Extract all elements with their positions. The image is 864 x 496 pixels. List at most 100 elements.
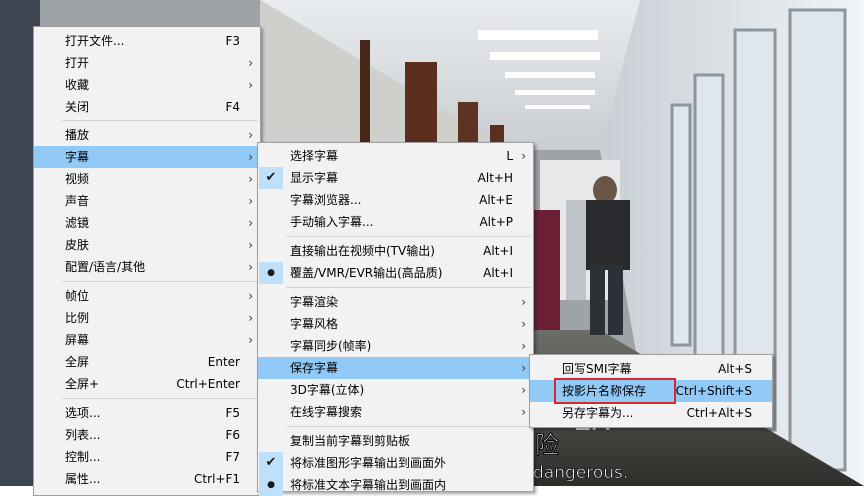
chevron-right-icon: › [248,172,253,186]
chevron-right-icon: › [521,339,526,353]
main-menu-item-2[interactable]: 收藏 › [34,74,260,96]
save-subtitle-submenu: 回写SMI字幕 Alt+S 按影片名称保存 Ctrl+Shift+S 另存字幕为... C… [529,354,773,428]
menu-item-label: 字幕风格 [290,317,339,331]
menu-item-label: 打开文件... [65,34,125,48]
main-menu-item-12[interactable]: 比例 › [34,307,260,329]
subtitle-menu-item-0[interactable]: 选择字幕 L › [258,145,533,167]
menu-item-label: 关闭 [65,100,90,114]
menu-separator [62,281,258,282]
subtitle-menu-item-7[interactable]: 字幕风格 › [258,313,533,335]
menu-item-label: 属性... [65,472,101,486]
subtitle-menu-item-3[interactable]: 手动输入字幕... Alt+P [258,211,533,233]
menu-item-shortcut: Alt+I [483,244,513,258]
menu-item-label: 声音 [65,194,90,208]
main-menu-item-17[interactable]: 列表... F6 [34,424,260,446]
checkmark-icon: ✔ [259,452,283,474]
menu-item-label: 字幕同步(帧率) [290,339,372,353]
subtitle-menu-item-4[interactable]: 直接输出在视频中(TV输出) Alt+I [258,240,533,262]
menu-separator [62,398,258,399]
main-menu-item-6[interactable]: 视频 › [34,168,260,190]
chevron-right-icon: › [248,238,253,252]
chevron-right-icon: › [248,78,253,92]
chevron-right-icon: › [248,150,253,164]
subtitle-menu-item-9[interactable]: 保存字幕 › [258,357,533,379]
menu-item-label: 屏幕 [65,333,90,347]
menu-item-label: 全屏+ [65,377,100,391]
main-menu-item-4[interactable]: 播放 › [34,124,260,146]
menu-item-shortcut: Enter [207,355,240,369]
menu-separator [286,426,531,427]
menu-item-label: 直接输出在视频中(TV输出) [290,244,435,258]
chevron-right-icon: › [521,295,526,309]
menu-item-label: 列表... [65,428,101,442]
menu-item-label: 视频 [65,172,90,186]
menu-item-label: 将标准图形字幕输出到画面外 [290,456,447,470]
subtitle-menu-item-1[interactable]: ✔ 显示字幕 Alt+H [258,167,533,189]
chevron-right-icon: › [521,317,526,331]
menu-item-shortcut: F7 [225,450,240,464]
subtitle-menu-item-11[interactable]: 在线字幕搜索 › [258,401,533,423]
main-menu-item-10[interactable]: 配置/语言/其他 › [34,256,260,278]
menu-item-shortcut: Ctrl+Enter [176,377,240,391]
menu-item-shortcut: F6 [225,428,240,442]
main-menu-item-1[interactable]: 打开 › [34,52,260,74]
subtitle-menu-item-10[interactable]: 3D字幕(立体) › [258,379,533,401]
svg-text:dangerous.: dangerous. [533,463,628,483]
chevron-right-icon: › [248,216,253,230]
menu-item-label: 控制... [65,450,101,464]
menu-item-label: 保存字幕 [290,361,339,375]
menu-item-shortcut: F3 [225,34,240,48]
menu-item-shortcut: Alt+I [483,266,513,280]
menu-item-label: 字幕浏览器... [290,193,362,207]
subtitle-menu-item-2[interactable]: 字幕浏览器... Alt+E [258,189,533,211]
main-menu-item-14[interactable]: 全屏 Enter [34,351,260,373]
main-menu-item-7[interactable]: 声音 › [34,190,260,212]
subtitle-menu-item-14[interactable]: ● 将标准文本字幕输出到画面内 [258,474,533,496]
chevron-right-icon: › [521,149,526,163]
save-menu-item-1[interactable]: 按影片名称保存 Ctrl+Shift+S [530,378,772,404]
menu-item-label: 滤镜 [65,216,90,230]
main-menu-item-9[interactable]: 皮肤 › [34,234,260,256]
save-menu-item-0[interactable]: 回写SMI字幕 Alt+S [530,358,772,380]
menu-item-label: 覆盖/VMR/EVR输出(高品质) [290,266,443,280]
main-menu-item-5[interactable]: 字幕 › [34,146,260,168]
menu-item-label: 选择字幕 [290,149,339,163]
bullet-icon: ● [259,262,283,284]
subtitle-menu-item-8[interactable]: 字幕同步(帧率) › [258,335,533,357]
main-menu-item-3[interactable]: 关闭 F4 [34,96,260,118]
menu-item-label: 收藏 [65,78,90,92]
menu-item-label: 手动输入字幕... [290,215,374,229]
subtitle-menu-item-12[interactable]: 复制当前字幕到剪贴板 [258,430,533,452]
subtitle-menu-item-13[interactable]: ✔ 将标准图形字幕输出到画面外 [258,452,533,474]
menu-item-label: 复制当前字幕到剪贴板 [290,434,411,448]
main-menu-item-0[interactable]: 打开文件... F3 [34,30,260,52]
menu-item-label: 全屏 [65,355,90,369]
menu-item-shortcut: F4 [225,100,240,114]
main-menu-item-8[interactable]: 滤镜 › [34,212,260,234]
menu-item-label: 播放 [65,128,90,142]
menu-separator [62,120,258,121]
menu-item-label: 打开 [65,56,90,70]
checkmark-icon: ✔ [259,167,283,189]
bullet-icon: ● [259,474,283,496]
menu-item-label: 将标准文本字幕输出到画面内 [290,478,447,492]
menu-item-label: 帧位 [65,289,90,303]
main-menu-item-11[interactable]: 帧位 › [34,285,260,307]
main-menu-item-16[interactable]: 选项... F5 [34,402,260,424]
chevron-right-icon: › [521,405,526,419]
subtitle-menu-item-6[interactable]: 字幕渲染 › [258,291,533,313]
main-context-menu: 打开文件... F3 打开 › 收藏 › 关闭 F4 播放 › 字幕 › 视频 › 声音 › 滤镜 › 皮肤 › 配置/… [33,26,261,496]
menu-item-label: 比例 [65,311,90,325]
menu-item-label: 选项... [65,406,101,420]
menu-item-shortcut: Alt+E [479,193,513,207]
save-menu-item-2[interactable]: 另存字幕为... Ctrl+Alt+S [530,402,772,424]
menu-item-shortcut: Ctrl+F1 [194,472,240,486]
main-menu-item-15[interactable]: 全屏+ Ctrl+Enter [34,373,260,395]
main-menu-item-19[interactable]: 属性... Ctrl+F1 [34,468,260,490]
subtitle-menu-item-5[interactable]: ● 覆盖/VMR/EVR输出(高品质) Alt+I [258,262,533,284]
chevron-right-icon: › [248,311,253,325]
main-menu-item-18[interactable]: 控制... F7 [34,446,260,468]
main-menu-item-13[interactable]: 屏幕 › [34,329,260,351]
svg-text:险: 险 [535,431,559,459]
menu-item-shortcut: F5 [225,406,240,420]
